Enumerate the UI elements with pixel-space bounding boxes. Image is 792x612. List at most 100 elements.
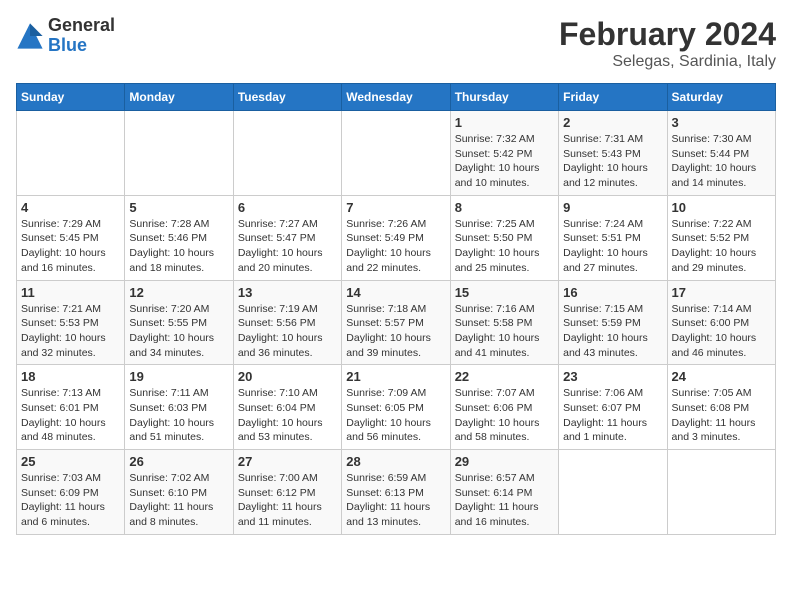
- calendar-cell: 19 Sunrise: 7:11 AMSunset: 6:03 PMDayligh…: [125, 365, 233, 450]
- location: Selegas, Sardinia, Italy: [559, 53, 776, 71]
- day-number: 6: [238, 200, 337, 215]
- day-info: Sunrise: 7:13 AMSunset: 6:01 PMDaylight:…: [21, 386, 120, 445]
- calendar-week-row: 1 Sunrise: 7:32 AMSunset: 5:42 PMDaylight…: [17, 111, 776, 196]
- day-number: 28: [346, 454, 445, 469]
- day-info: Sunrise: 7:26 AMSunset: 5:49 PMDaylight:…: [346, 217, 445, 276]
- day-number: 18: [21, 369, 120, 384]
- title-section: February 2024 Selegas, Sardinia, Italy: [559, 16, 776, 71]
- calendar-cell: 26Sunrise: 7:02 AMSunset: 6:10 PMDayligh…: [125, 450, 233, 535]
- weekday-header: Thursday: [450, 84, 558, 111]
- day-info: Sunrise: 7:16 AMSunset: 5:58 PMDaylight:…: [455, 302, 554, 361]
- calendar-cell: 14 Sunrise: 7:18 AMSunset: 5:57 PMDayligh…: [342, 280, 450, 365]
- logo-general: General: [48, 16, 115, 36]
- day-info: Sunrise: 7:15 AMSunset: 5:59 PMDaylight:…: [563, 302, 662, 361]
- calendar-cell: 11 Sunrise: 7:21 AMSunset: 5:53 PMDayligh…: [17, 280, 125, 365]
- calendar-cell: 2 Sunrise: 7:31 AMSunset: 5:43 PMDaylight…: [559, 111, 667, 196]
- day-number: 7: [346, 200, 445, 215]
- day-info: Sunrise: 7:22 AMSunset: 5:52 PMDaylight:…: [672, 217, 771, 276]
- calendar-cell: [342, 111, 450, 196]
- calendar-cell: 28Sunrise: 6:59 AMSunset: 6:13 PMDayligh…: [342, 450, 450, 535]
- day-info: Sunrise: 7:18 AMSunset: 5:57 PMDaylight:…: [346, 302, 445, 361]
- day-number: 11: [21, 285, 120, 300]
- day-number: 21: [346, 369, 445, 384]
- day-number: 1: [455, 115, 554, 130]
- day-number: 24: [672, 369, 771, 384]
- day-number: 2: [563, 115, 662, 130]
- calendar-cell: [233, 111, 341, 196]
- day-info: Sunrise: 7:06 AMSunset: 6:07 PMDaylight:…: [563, 386, 662, 445]
- weekday-header: Sunday: [17, 84, 125, 111]
- calendar-cell: 4 Sunrise: 7:29 AMSunset: 5:45 PMDaylight…: [17, 195, 125, 280]
- day-number: 3: [672, 115, 771, 130]
- weekday-header: Tuesday: [233, 84, 341, 111]
- calendar-cell: 25 Sunrise: 7:03 AMSunset: 6:09 PMDayligh…: [17, 450, 125, 535]
- day-info: Sunrise: 7:32 AMSunset: 5:42 PMDaylight:…: [455, 132, 554, 191]
- logo: General Blue: [16, 16, 115, 56]
- day-info: Sunrise: 7:30 AMSunset: 5:44 PMDaylight:…: [672, 132, 771, 191]
- calendar-cell: 18 Sunrise: 7:13 AMSunset: 6:01 PMDayligh…: [17, 365, 125, 450]
- calendar-cell: 21 Sunrise: 7:09 AMSunset: 6:05 PMDayligh…: [342, 365, 450, 450]
- day-info: Sunrise: 7:07 AMSunset: 6:06 PMDaylight:…: [455, 386, 554, 445]
- day-number: 25: [21, 454, 120, 469]
- calendar-cell: 29 Sunrise: 6:57 AMSunset: 6:14 PMDayligh…: [450, 450, 558, 535]
- calendar-cell: 10 Sunrise: 7:22 AMSunset: 5:52 PMDayligh…: [667, 195, 775, 280]
- day-number: 29: [455, 454, 554, 469]
- day-info: Sunrise: 7:11 AMSunset: 6:03 PMDaylight:…: [129, 386, 228, 445]
- day-info: Sunrise: 7:21 AMSunset: 5:53 PMDaylight:…: [21, 302, 120, 361]
- day-info: Sunrise: 6:57 AMSunset: 6:14 PMDaylight:…: [455, 471, 554, 530]
- calendar-cell: [559, 450, 667, 535]
- day-info: Sunrise: 7:24 AMSunset: 5:51 PMDaylight:…: [563, 217, 662, 276]
- calendar-cell: [667, 450, 775, 535]
- day-number: 10: [672, 200, 771, 215]
- day-info: Sunrise: 7:27 AMSunset: 5:47 PMDaylight:…: [238, 217, 337, 276]
- calendar-week-row: 4 Sunrise: 7:29 AMSunset: 5:45 PMDaylight…: [17, 195, 776, 280]
- day-info: Sunrise: 7:03 AMSunset: 6:09 PMDaylight:…: [21, 471, 120, 530]
- day-number: 8: [455, 200, 554, 215]
- weekday-header: Monday: [125, 84, 233, 111]
- calendar-cell: 27 Sunrise: 7:00 AMSunset: 6:12 PMDayligh…: [233, 450, 341, 535]
- page-header: General Blue February 2024 Selegas, Sard…: [16, 16, 776, 71]
- day-number: 5: [129, 200, 228, 215]
- calendar-cell: 6 Sunrise: 7:27 AMSunset: 5:47 PMDaylight…: [233, 195, 341, 280]
- day-number: 15: [455, 285, 554, 300]
- calendar-cell: 3 Sunrise: 7:30 AMSunset: 5:44 PMDaylight…: [667, 111, 775, 196]
- calendar-cell: 12 Sunrise: 7:20 AMSunset: 5:55 PMDayligh…: [125, 280, 233, 365]
- day-number: 12: [129, 285, 228, 300]
- weekday-header: Friday: [559, 84, 667, 111]
- day-number: 16: [563, 285, 662, 300]
- day-info: Sunrise: 7:05 AMSunset: 6:08 PMDaylight:…: [672, 386, 771, 445]
- day-number: 20: [238, 369, 337, 384]
- calendar-cell: 16 Sunrise: 7:15 AMSunset: 5:59 PMDayligh…: [559, 280, 667, 365]
- weekday-header: Wednesday: [342, 84, 450, 111]
- calendar-cell: 23 Sunrise: 7:06 AMSunset: 6:07 PMDayligh…: [559, 365, 667, 450]
- day-number: 19: [129, 369, 228, 384]
- weekday-header: Saturday: [667, 84, 775, 111]
- day-number: 17: [672, 285, 771, 300]
- day-info: Sunrise: 7:00 AMSunset: 6:12 PMDaylight:…: [238, 471, 337, 530]
- day-number: 23: [563, 369, 662, 384]
- calendar-table: SundayMondayTuesdayWednesdayThursdayFrid…: [16, 83, 776, 535]
- calendar-cell: 13Sunrise: 7:19 AMSunset: 5:56 PMDayligh…: [233, 280, 341, 365]
- day-number: 9: [563, 200, 662, 215]
- day-info: Sunrise: 7:31 AMSunset: 5:43 PMDaylight:…: [563, 132, 662, 191]
- calendar-week-row: 11 Sunrise: 7:21 AMSunset: 5:53 PMDayligh…: [17, 280, 776, 365]
- day-info: Sunrise: 7:10 AMSunset: 6:04 PMDaylight:…: [238, 386, 337, 445]
- day-number: 27: [238, 454, 337, 469]
- day-info: Sunrise: 7:19 AMSunset: 5:56 PMDaylight:…: [238, 302, 337, 361]
- calendar-cell: 22Sunrise: 7:07 AMSunset: 6:06 PMDayligh…: [450, 365, 558, 450]
- calendar-cell: 1 Sunrise: 7:32 AMSunset: 5:42 PMDaylight…: [450, 111, 558, 196]
- calendar-cell: 7 Sunrise: 7:26 AMSunset: 5:49 PMDaylight…: [342, 195, 450, 280]
- day-number: 4: [21, 200, 120, 215]
- day-info: Sunrise: 7:28 AMSunset: 5:46 PMDaylight:…: [129, 217, 228, 276]
- logo-blue: Blue: [48, 36, 115, 56]
- calendar-cell: 20 Sunrise: 7:10 AMSunset: 6:04 PMDayligh…: [233, 365, 341, 450]
- calendar-header-row: SundayMondayTuesdayWednesdayThursdayFrid…: [17, 84, 776, 111]
- day-number: 14: [346, 285, 445, 300]
- day-info: Sunrise: 7:29 AMSunset: 5:45 PMDaylight:…: [21, 217, 120, 276]
- day-info: Sunrise: 7:20 AMSunset: 5:55 PMDaylight:…: [129, 302, 228, 361]
- calendar-cell: 8Sunrise: 7:25 AMSunset: 5:50 PMDaylight…: [450, 195, 558, 280]
- day-number: 26: [129, 454, 228, 469]
- calendar-cell: 15 Sunrise: 7:16 AMSunset: 5:58 PMDayligh…: [450, 280, 558, 365]
- day-info: Sunrise: 7:09 AMSunset: 6:05 PMDaylight:…: [346, 386, 445, 445]
- calendar-cell: 9 Sunrise: 7:24 AMSunset: 5:51 PMDaylight…: [559, 195, 667, 280]
